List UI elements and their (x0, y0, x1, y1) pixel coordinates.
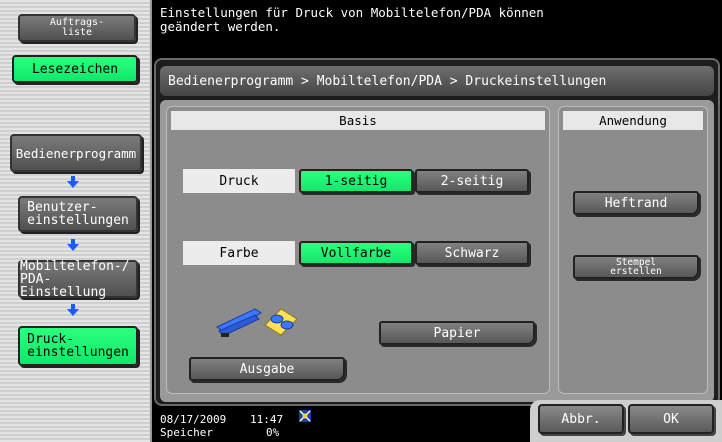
speicher-value: 0% (266, 426, 280, 439)
druck-2-seitig-button[interactable]: 2-seitig (415, 169, 529, 193)
druck-label: Druck (183, 169, 295, 193)
arrow-down-icon (66, 239, 80, 251)
anwendung-header: Anwendung (563, 111, 703, 130)
auftragsliste-button[interactable]: Auftrags- liste (18, 14, 136, 42)
druck-1-seitig-button[interactable]: 1-seitig (299, 169, 413, 193)
schwarz-button[interactable]: Schwarz (415, 241, 529, 265)
info-message: Einstellungen für Druck von Mobiltelefon… (160, 5, 544, 34)
date-text: 08/17/2009 (160, 413, 227, 426)
papier-button[interactable]: Papier (379, 321, 535, 345)
abbr-button[interactable]: Abbr. (538, 404, 624, 434)
nav-benutzereinstellungen[interactable]: Benutzer- einstellungen (18, 196, 138, 232)
speicher-label: Speicher (160, 426, 213, 439)
stempel-erstellen-button[interactable]: Stempel erstellen (573, 255, 699, 279)
basis-header: Basis (171, 111, 545, 130)
finishing-icons (215, 303, 305, 339)
status-bar: 08/17/2009 11:47 Speicher 0% (160, 408, 540, 442)
basis-section: Basis Druck 1-seitig 2-seitig Farbe Voll… (166, 106, 550, 394)
content-area: Basis Druck 1-seitig 2-seitig Farbe Voll… (160, 100, 714, 402)
farbe-label: Farbe (183, 241, 295, 265)
anwendung-section: Anwendung Heftrand Stempel erstellen (558, 106, 708, 394)
ok-button[interactable]: OK (628, 404, 714, 434)
heftrand-button[interactable]: Heftrand (573, 191, 699, 215)
stapler-icon (215, 303, 265, 343)
breadcrumb: Bedienerprogramm > Mobiltelefon/PDA > Dr… (160, 66, 714, 96)
lesezeichen-tab[interactable]: Lesezeichen (12, 55, 138, 83)
ausgabe-button[interactable]: Ausgabe (189, 357, 345, 381)
time-text: 11:47 (250, 413, 284, 426)
arrow-down-icon (66, 176, 80, 188)
arrow-down-icon (66, 304, 80, 316)
nav-mobiltelefon-pda-einstellung[interactable]: Mobiltelefon-/ PDA-Einstellung (18, 260, 138, 299)
nav-bedienerprogramm[interactable]: Bedienerprogramm (10, 134, 142, 172)
hole-punch-icon (261, 305, 301, 343)
network-icon (298, 409, 312, 426)
left-panel: Auftrags- liste Lesezeichen Bedienerprog… (0, 0, 152, 442)
vollfarbe-button[interactable]: Vollfarbe (299, 241, 413, 265)
nav-druckeinstellungen[interactable]: Druck- einstellungen (18, 326, 138, 366)
